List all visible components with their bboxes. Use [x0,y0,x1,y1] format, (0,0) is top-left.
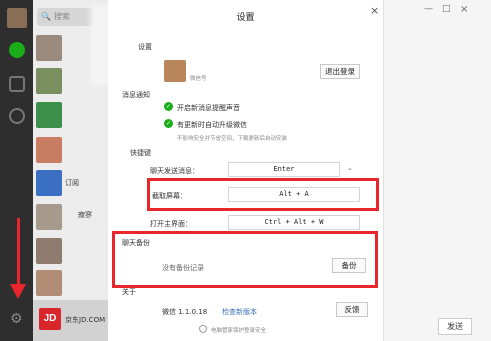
auto-upgrade-label: 有更新时自动升级微信 [177,121,247,129]
check-update-link[interactable]: 检查新版本 [222,307,257,317]
chat-icon[interactable] [9,42,25,58]
screenshot-root: ⚙ 🔍 搜索 订阅 寂寥 JD 京东JD.COM — □ × 发送 设置 × 设置… [0,0,491,341]
jd-chat-name: 京东JD.COM [65,316,106,324]
open-main-shortcut-field[interactable]: Ctrl + Alt + W [228,215,360,230]
dialog-title: 设置 [236,13,255,23]
send-shortcut-select[interactable]: Enter [228,162,340,177]
sound-option-label: 开启新消息提醒声音 [177,104,240,112]
red-arrow-head [10,284,26,299]
user-avatar[interactable] [7,8,27,28]
window-close-icon[interactable]: × [460,4,468,15]
sound-checkbox[interactable]: ✓ [164,102,173,111]
version-label: 微信 1.1.0.18 [162,308,208,316]
section-account-label: 设置 [138,43,152,51]
chat-item-avatar[interactable] [36,102,62,128]
section-about-label: 关于 [122,288,136,296]
auto-upgrade-checkbox[interactable]: ✓ [164,119,173,128]
open-main-shortcut-label: 打开主界面： [150,220,192,228]
logout-button[interactable]: 退出登录 [320,64,360,79]
chevron-down-icon[interactable]: ⌄ [347,164,353,172]
section-notifications-label: 消息通知 [122,91,150,99]
chat-item-jd[interactable]: JD 京东JD.COM [33,300,108,341]
chat-item-avatar[interactable] [36,270,62,296]
red-highlight-box-screenshot [147,178,379,211]
send-shortcut-label: 聊天发送消息： [150,167,199,175]
feedback-button[interactable]: 反馈 [336,302,368,317]
section-shortcuts-label: 快捷键 [130,149,151,157]
minimize-icon[interactable]: — [424,4,433,14]
chat-item-avatar[interactable] [36,35,62,61]
send-button[interactable]: 发送 [438,318,472,335]
settings-dialog: 设置 × 设置 微信号 退出登录 消息通知 ✓ 开启新消息提醒声音 ✓ 有更新时… [108,0,383,341]
chat-item-label: 寂寥 [78,211,92,219]
red-arrow-shaft [17,218,20,286]
maximize-icon[interactable]: □ [442,4,451,14]
search-placeholder: 搜索 [53,12,70,21]
close-icon[interactable]: × [370,4,379,17]
chat-item-avatar[interactable] [36,238,62,264]
background-chat-window: — □ × [383,0,491,341]
security-footer: 电脑管家保护登录安全 [211,328,267,334]
chat-item-avatar[interactable] [36,137,62,163]
settings-menu-icon[interactable]: ⚙ [10,312,23,326]
chat-item-avatar[interactable] [36,170,62,196]
search-icon: 🔍 [41,12,51,21]
profile-id: 微信号 [190,76,207,82]
shield-icon [199,325,207,333]
contacts-icon[interactable] [9,76,25,92]
upgrade-hint: 不影响安全并节省空间，下载更新后自动安装 [177,136,288,142]
favorites-icon[interactable] [9,108,25,124]
jd-logo: JD [39,308,61,330]
red-highlight-box-backup [112,231,378,288]
profile-avatar [164,60,186,82]
chat-item-avatar[interactable] [36,68,62,94]
chat-item-avatar[interactable] [36,204,62,230]
chat-item-label: 订阅 [65,179,79,187]
